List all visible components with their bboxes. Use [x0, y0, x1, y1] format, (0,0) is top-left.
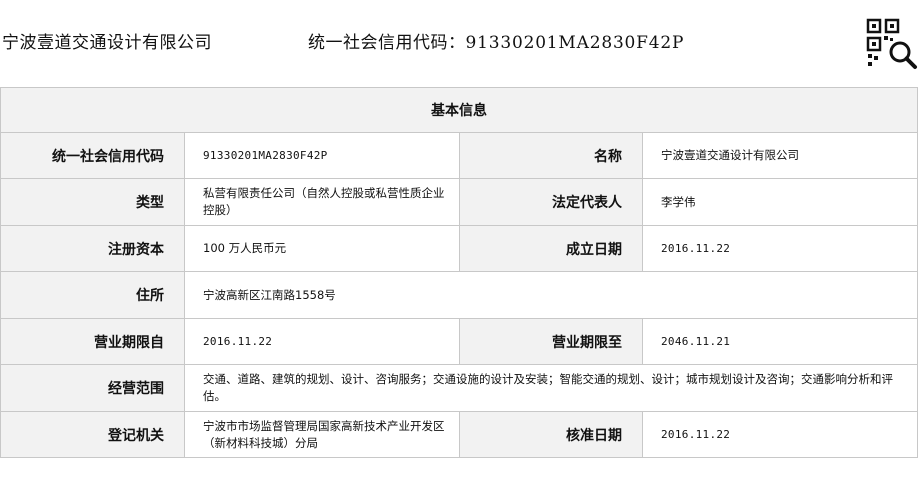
basic-info-table: 基本信息 统一社会信用代码 91330201MA2830F42P 名称 宁波壹道… — [0, 87, 918, 458]
field-value: 私营有限责任公司（自然人控股或私营性质企业控股） — [184, 178, 460, 226]
field-label: 营业期限自 — [0, 318, 185, 365]
field-value: 李学伟 — [642, 178, 918, 226]
table-caption: 基本信息 — [0, 87, 918, 133]
table-row: 经营范围 交通、道路、建筑的规划、设计、咨询服务；交通设施的设计及安装；智能交通… — [0, 364, 918, 412]
field-label: 注册资本 — [0, 225, 185, 272]
field-label: 统一社会信用代码 — [0, 132, 185, 179]
credit-code-label: 统一社会信用代码： — [308, 33, 466, 53]
credit-code-line: 统一社会信用代码：91330201MA2830F42P — [308, 28, 684, 53]
field-value: 宁波高新区江南路1558号 — [184, 271, 918, 319]
credit-code-value: 91330201MA2830F42P — [465, 33, 685, 53]
field-value: 宁波壹道交通设计有限公司 — [642, 132, 918, 179]
field-label: 核准日期 — [459, 411, 643, 458]
field-value: 91330201MA2830F42P — [184, 132, 460, 179]
field-label: 经营范围 — [0, 364, 185, 412]
table-row: 统一社会信用代码 91330201MA2830F42P 名称 宁波壹道交通设计有… — [0, 132, 918, 179]
field-label: 住所 — [0, 271, 185, 319]
field-value: 2016.11.22 — [642, 225, 918, 272]
qr-code-search-icon[interactable] — [866, 18, 918, 70]
field-label: 登记机关 — [0, 411, 185, 458]
field-label: 名称 — [459, 132, 643, 179]
page-header: 宁波壹道交通设计有限公司 统一社会信用代码：91330201MA2830F42P — [0, 0, 919, 80]
table-caption-row: 基本信息 — [0, 87, 918, 133]
field-value: 2046.11.21 — [642, 318, 918, 365]
table-row: 类型 私营有限责任公司（自然人控股或私营性质企业控股） 法定代表人 李学伟 — [0, 178, 918, 226]
field-value: 100 万人民币元 — [184, 225, 460, 272]
field-label: 类型 — [0, 178, 185, 226]
table-row: 营业期限自 2016.11.22 营业期限至 2046.11.21 — [0, 318, 918, 365]
field-value: 2016.11.22 — [642, 411, 918, 458]
table-row: 注册资本 100 万人民币元 成立日期 2016.11.22 — [0, 225, 918, 272]
table-row: 登记机关 宁波市市场监督管理局国家高新技术产业开发区（新材料科技城）分局 核准日… — [0, 411, 918, 458]
field-label: 营业期限至 — [459, 318, 643, 365]
field-label: 法定代表人 — [459, 178, 643, 226]
company-name: 宁波壹道交通设计有限公司 — [2, 33, 212, 53]
field-value: 2016.11.22 — [184, 318, 460, 365]
field-value: 宁波市市场监督管理局国家高新技术产业开发区（新材料科技城）分局 — [184, 411, 460, 458]
table-row: 住所 宁波高新区江南路1558号 — [0, 271, 918, 319]
field-value: 交通、道路、建筑的规划、设计、咨询服务；交通设施的设计及安装；智能交通的规划、设… — [184, 364, 918, 412]
field-label: 成立日期 — [459, 225, 643, 272]
